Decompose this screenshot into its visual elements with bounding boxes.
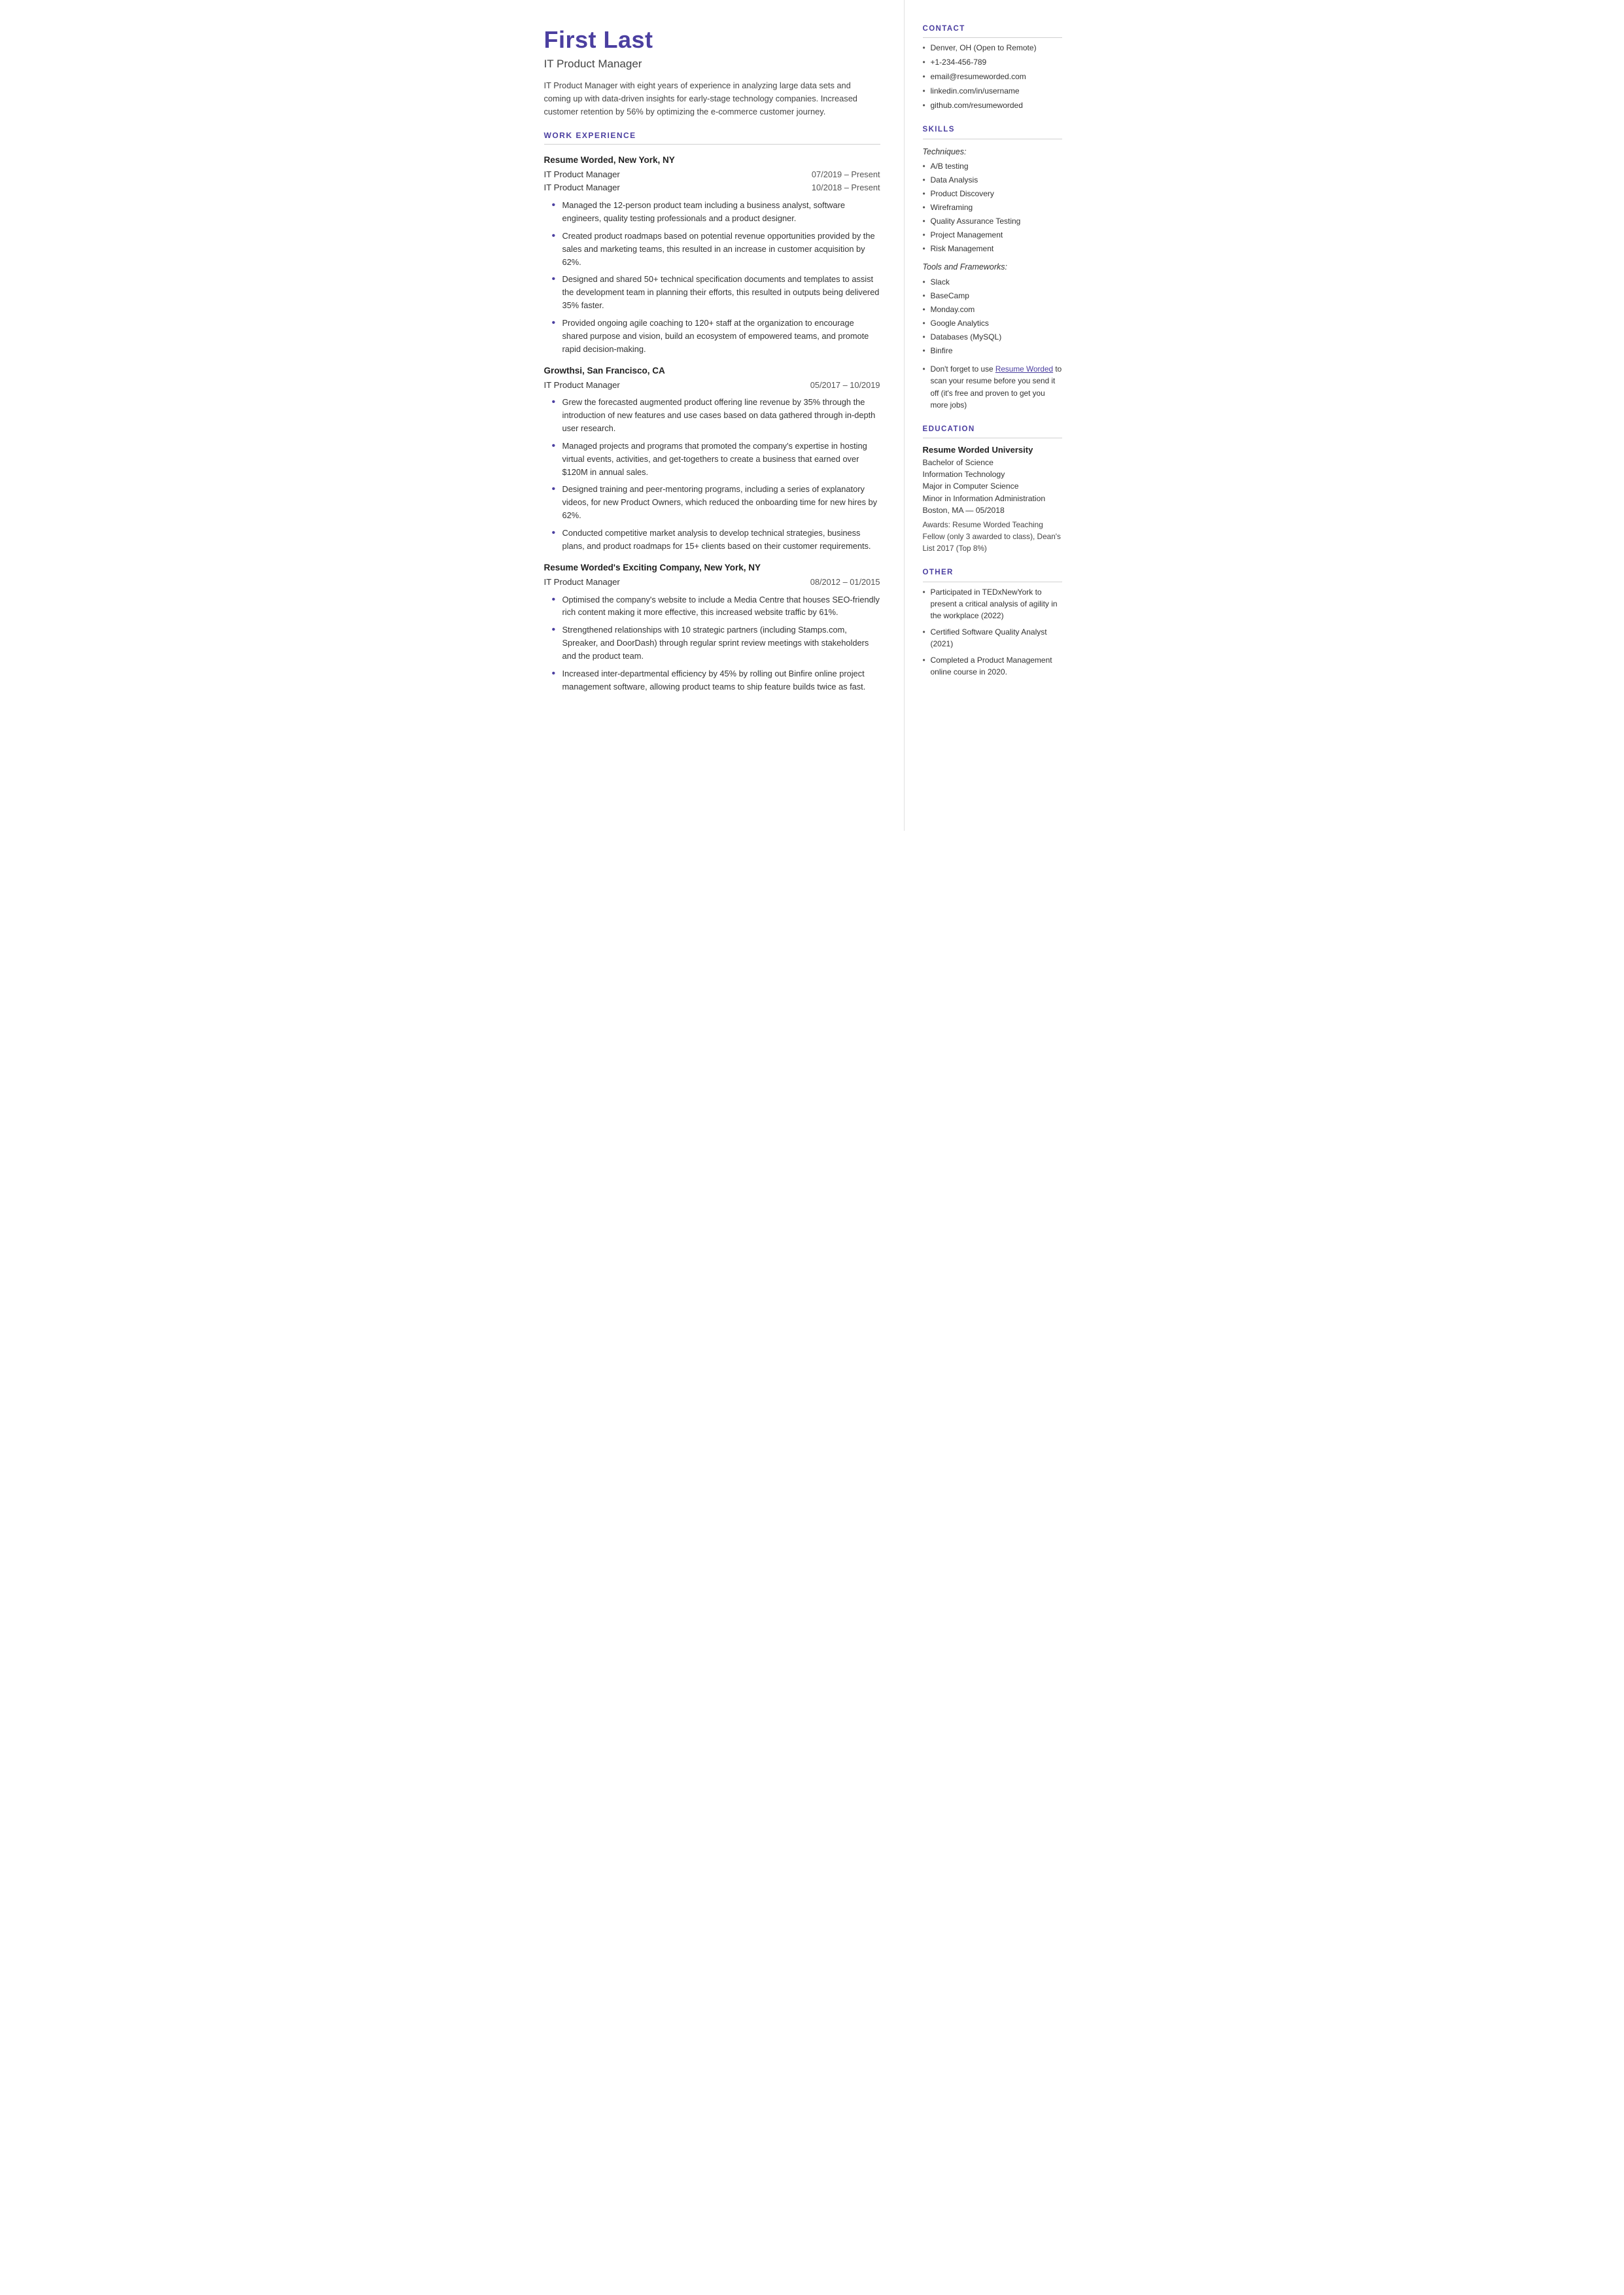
skill-item: Product Discovery [923, 188, 1062, 200]
contact-item-github: github.com/resumeworded [923, 99, 1062, 111]
employer-2-role-1: IT Product Manager 05/2017 – 10/2019 [544, 379, 880, 392]
tool-item: BaseCamp [923, 290, 1062, 302]
edu-major: Major in Computer Science [923, 480, 1062, 492]
contact-list: Denver, OH (Open to Remote) +1-234-456-7… [923, 42, 1062, 111]
edu-awards: Awards: Resume Worded Teaching Fellow (o… [923, 519, 1062, 554]
tool-item: Monday.com [923, 304, 1062, 315]
bullet-item: Created product roadmaps based on potent… [549, 230, 880, 268]
note-prefix: Don't forget to use [931, 364, 995, 374]
skill-item: Quality Assurance Testing [923, 215, 1062, 227]
tools-list: Slack BaseCamp Monday.com Google Analyti… [923, 276, 1062, 357]
candidate-job-title: IT Product Manager [544, 56, 880, 73]
employer-3: Resume Worded's Exciting Company, New Yo… [544, 561, 880, 693]
tool-item: Databases (MySQL) [923, 331, 1062, 343]
contact-item-email: email@resumeworded.com [923, 71, 1062, 82]
employer-3-bullets: Optimised the company's website to inclu… [549, 593, 880, 693]
tool-item: Google Analytics [923, 317, 1062, 329]
candidate-name: First Last [544, 26, 880, 53]
employer-3-role-1-dates: 08/2012 – 01/2015 [810, 576, 880, 588]
employer-3-role-1-title: IT Product Manager [544, 576, 620, 589]
employer-1-bullets: Managed the 12-person product team inclu… [549, 199, 880, 355]
other-item: Certified Software Quality Analyst (2021… [923, 626, 1062, 650]
contact-heading: CONTACT [923, 24, 1062, 38]
education-heading: EDUCATION [923, 424, 1062, 438]
bullet-item: Increased inter-departmental efficiency … [549, 667, 880, 693]
bullet-item: Grew the forecasted augmented product of… [549, 396, 880, 434]
other-heading: OTHER [923, 567, 1062, 582]
skill-item: Data Analysis [923, 174, 1062, 186]
skills-heading: SKILLS [923, 124, 1062, 139]
tools-label: Tools and Frameworks: [923, 261, 1062, 273]
employer-1-name: Resume Worded, New York, NY [544, 154, 880, 167]
edu-degree: Bachelor of Science [923, 457, 1062, 468]
employer-2-role-1-title: IT Product Manager [544, 379, 620, 392]
bullet-item: Managed projects and programs that promo… [549, 440, 880, 478]
bullet-item: Conducted competitive market analysis to… [549, 527, 880, 553]
tool-item: Binfire [923, 345, 1062, 357]
employer-1-role-1: IT Product Manager 07/2019 – Present [544, 168, 880, 181]
left-column: First Last IT Product Manager IT Product… [518, 0, 904, 831]
bullet-item: Provided ongoing agile coaching to 120+ … [549, 317, 880, 355]
skill-item: A/B testing [923, 160, 1062, 172]
contact-item-phone: +1-234-456-789 [923, 56, 1062, 68]
employer-2-role-1-dates: 05/2017 – 10/2019 [810, 379, 880, 391]
resume-worded-link[interactable]: Resume Worded [995, 364, 1053, 374]
bullet-item: Designed training and peer-mentoring pro… [549, 483, 880, 521]
bullet-item: Managed the 12-person product team inclu… [549, 199, 880, 225]
other-item: Participated in TEDxNewYork to present a… [923, 586, 1062, 622]
resume-worded-note: Don't forget to use Resume Worded to sca… [923, 363, 1062, 411]
employer-2-bullets: Grew the forecasted augmented product of… [549, 396, 880, 552]
employer-1-role-2: IT Product Manager 10/2018 – Present [544, 181, 880, 194]
bullet-item: Designed and shared 50+ technical specif… [549, 273, 880, 311]
bullet-item: Optimised the company's website to inclu… [549, 593, 880, 620]
techniques-label: Techniques: [923, 146, 1062, 158]
contact-item-location: Denver, OH (Open to Remote) [923, 42, 1062, 54]
employer-1-role-1-dates: 07/2019 – Present [812, 168, 880, 181]
employer-3-name: Resume Worded's Exciting Company, New Yo… [544, 561, 880, 574]
skill-item: Project Management [923, 229, 1062, 241]
bullet-item: Strengthened relationships with 10 strat… [549, 623, 880, 662]
edu-minor: Minor in Information Administration [923, 493, 1062, 504]
employer-3-role-1: IT Product Manager 08/2012 – 01/2015 [544, 576, 880, 589]
edu-org: Resume Worded University [923, 444, 1062, 457]
work-experience-heading: WORK EXPERIENCE [544, 130, 880, 145]
techniques-list: A/B testing Data Analysis Product Discov… [923, 160, 1062, 254]
tool-item: Slack [923, 276, 1062, 288]
contact-item-linkedin: linkedin.com/in/username [923, 85, 1062, 97]
edu-field: Information Technology [923, 468, 1062, 480]
summary-text: IT Product Manager with eight years of e… [544, 79, 880, 118]
right-column: CONTACT Denver, OH (Open to Remote) +1-2… [904, 0, 1080, 831]
employer-2: Growthsi, San Francisco, CA IT Product M… [544, 364, 880, 552]
employer-1-role-2-dates: 10/2018 – Present [812, 181, 880, 194]
skill-item: Wireframing [923, 201, 1062, 213]
employer-1-role-1-title: IT Product Manager [544, 168, 620, 181]
other-list: Participated in TEDxNewYork to present a… [923, 586, 1062, 678]
employer-2-name: Growthsi, San Francisco, CA [544, 364, 880, 377]
employer-1-role-2-title: IT Product Manager [544, 181, 620, 194]
other-item: Completed a Product Management online co… [923, 654, 1062, 678]
employer-1: Resume Worded, New York, NY IT Product M… [544, 154, 880, 355]
skill-item: Risk Management [923, 243, 1062, 254]
edu-location-date: Boston, MA — 05/2018 [923, 504, 1062, 516]
